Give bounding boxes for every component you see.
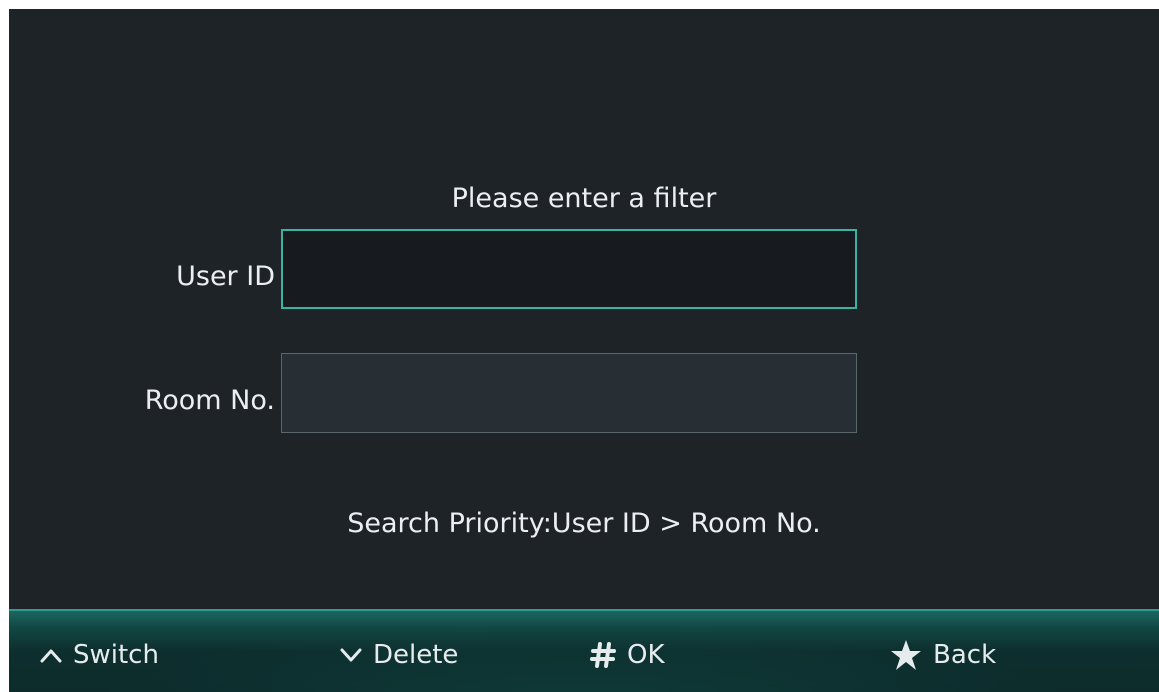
delete-button[interactable]: Delete xyxy=(339,635,458,675)
user-id-input[interactable] xyxy=(281,229,857,309)
back-label: Back xyxy=(933,640,997,670)
user-id-label: User ID xyxy=(176,261,275,292)
switch-button[interactable]: Switch xyxy=(39,635,159,675)
page-title: Please enter a filter xyxy=(451,183,717,214)
search-priority-note: Search Priority:User ID > Room No. xyxy=(347,508,821,539)
room-no-input[interactable] xyxy=(281,353,857,433)
hash-icon xyxy=(589,641,617,669)
chevron-down-icon xyxy=(339,646,363,664)
chevron-up-icon xyxy=(39,646,63,664)
room-no-label: Room No. xyxy=(144,385,275,416)
back-button[interactable]: Back xyxy=(889,635,996,675)
switch-label: Switch xyxy=(73,640,159,670)
delete-label: Delete xyxy=(373,640,459,670)
asterisk-icon xyxy=(889,638,923,672)
footer-bar: Switch Delete OK Back xyxy=(9,609,1159,692)
filter-screen: Please enter a filter User ID Room No. S… xyxy=(9,9,1159,692)
ok-button[interactable]: OK xyxy=(589,635,665,675)
ok-label: OK xyxy=(627,640,665,670)
